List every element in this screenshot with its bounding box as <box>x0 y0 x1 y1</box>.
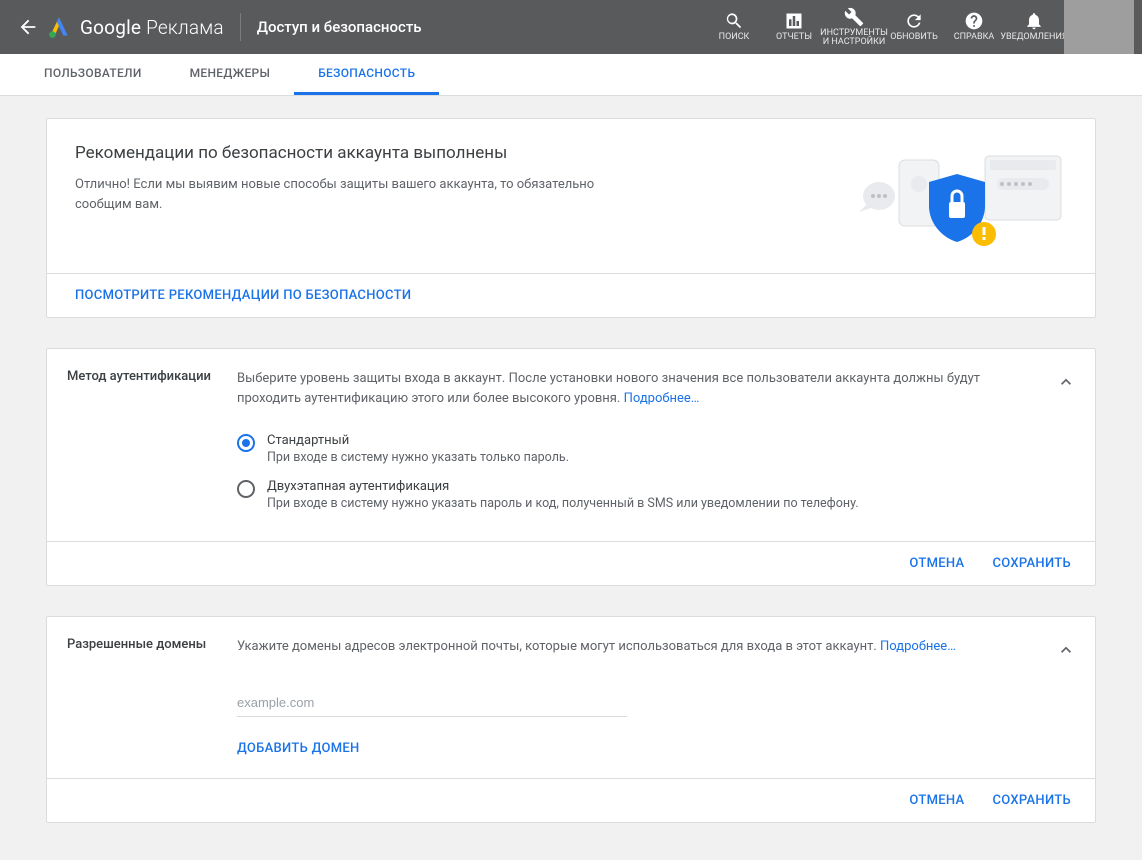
search-button[interactable]: ПОИСК <box>704 0 764 54</box>
avatar-area[interactable] <box>1064 0 1134 54</box>
recommendations-subtitle: Отлично! Если мы выявим новые способы за… <box>75 175 595 214</box>
brand-product: Реклама <box>146 16 224 39</box>
tab-users[interactable]: ПОЛЬЗОВАТЕЛИ <box>20 54 166 95</box>
tabs: ПОЛЬЗОВАТЕЛИ МЕНЕДЖЕРЫ БЕЗОПАСНОСТЬ <box>0 54 1142 96</box>
view-recommendations-link[interactable]: ПОСМОТРИТЕ РЕКОМЕНДАЦИИ ПО БЕЗОПАСНОСТИ <box>75 288 411 303</box>
chevron-up-icon <box>1056 372 1076 392</box>
auth-option-label: Стандартный <box>267 433 569 448</box>
domains-desc-text: Укажите домены адресов электронной почты… <box>237 639 880 654</box>
auth-options: Стандартный При входе в систему нужно ук… <box>47 423 1095 541</box>
chevron-up-icon <box>1056 640 1076 660</box>
tools-button[interactable]: ИНСТРУМЕНТЫ И НАСТРОЙКИ <box>824 0 884 54</box>
security-illustration <box>837 143 1067 253</box>
back-button[interactable] <box>14 16 42 38</box>
topbar-icons: ПОИСК ОТЧЕТЫ ИНСТРУМЕНТЫ И НАСТРОЙКИ ОБН… <box>704 0 1064 54</box>
tab-security[interactable]: БЕЗОПАСНОСТЬ <box>294 54 439 95</box>
recommendations-card: Рекомендации по безопасности аккаунта вы… <box>46 118 1096 318</box>
auth-desc-text: Выберите уровень защиты входа в аккаунт.… <box>237 371 980 406</box>
brand-title: Google Реклама <box>80 16 224 39</box>
page-title: Доступ и безопасность <box>257 18 422 36</box>
auth-section-desc: Выберите уровень защиты входа в аккаунт.… <box>237 369 1039 409</box>
auth-actions: ОТМЕНА СОХРАНИТЬ <box>47 541 1095 585</box>
reports-button[interactable]: ОТЧЕТЫ <box>764 0 824 54</box>
google-ads-logo-icon <box>42 14 76 40</box>
tools-label: ИНСТРУМЕНТЫ И НАСТРОЙКИ <box>820 29 888 48</box>
domains-collapse-toggle[interactable] <box>1055 639 1077 661</box>
auth-option-twostep[interactable]: Двухэтапная аутентификация При входе в с… <box>237 479 1039 511</box>
notifications-label: УВЕДОМЛЕНИЯ <box>1000 33 1067 42</box>
help-label: СПРАВКА <box>954 33 994 42</box>
domains-save-button[interactable]: СОХРАНИТЬ <box>992 793 1071 808</box>
auth-method-card: Метод аутентификации Выберите уровень за… <box>46 348 1096 586</box>
content: Рекомендации по безопасности аккаунта вы… <box>0 96 1142 859</box>
radio-icon <box>237 434 255 452</box>
domains-learn-more-link[interactable]: Подробнее… <box>880 639 956 654</box>
reports-label: ОТЧЕТЫ <box>776 33 812 42</box>
domains-cancel-button[interactable]: ОТМЕНА <box>909 793 964 808</box>
auth-option-label: Двухэтапная аутентификация <box>267 479 859 494</box>
refresh-button[interactable]: ОБНОВИТЬ <box>884 0 944 54</box>
auth-save-button[interactable]: СОХРАНИТЬ <box>992 556 1071 571</box>
auth-option-standard[interactable]: Стандартный При входе в систему нужно ук… <box>237 433 1039 465</box>
help-button[interactable]: СПРАВКА <box>944 0 1004 54</box>
auth-option-hint: При входе в систему нужно указать только… <box>267 450 569 465</box>
add-domain-button[interactable]: ДОБАВИТЬ ДОМЕН <box>237 741 360 756</box>
auth-section-label: Метод аутентификации <box>67 369 237 409</box>
refresh-label: ОБНОВИТЬ <box>890 33 937 42</box>
auth-collapse-toggle[interactable] <box>1055 371 1077 393</box>
domain-input[interactable] <box>237 689 627 717</box>
allowed-domains-card: Разрешенные домены Укажите домены адресо… <box>46 616 1096 823</box>
notifications-button[interactable]: УВЕДОМЛЕНИЯ <box>1004 0 1064 54</box>
topbar-divider <box>240 13 241 41</box>
topbar: Google Реклама Доступ и безопасность ПОИ… <box>0 0 1142 54</box>
radio-icon <box>237 480 255 498</box>
recommendations-title: Рекомендации по безопасности аккаунта вы… <box>75 143 807 163</box>
brand-name: Google <box>80 16 141 39</box>
domains-section-desc: Укажите домены адресов электронной почты… <box>237 637 1039 657</box>
domains-section-label: Разрешенные домены <box>67 637 237 657</box>
auth-learn-more-link[interactable]: Подробнее… <box>624 391 700 406</box>
search-label: ПОИСК <box>719 33 750 42</box>
tab-managers[interactable]: МЕНЕДЖЕРЫ <box>166 54 295 95</box>
domains-actions: ОТМЕНА СОХРАНИТЬ <box>47 778 1095 822</box>
auth-cancel-button[interactable]: ОТМЕНА <box>909 556 964 571</box>
auth-option-hint: При входе в систему нужно указать пароль… <box>267 496 859 511</box>
